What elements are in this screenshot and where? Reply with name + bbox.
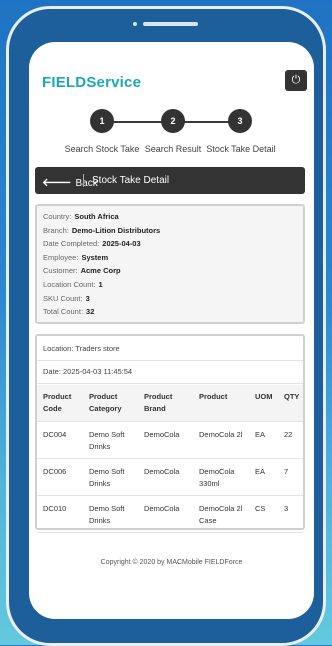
summary-total-count: Total Count: 32: [43, 307, 95, 317]
cell-product-category: Demo Soft Drinks: [89, 504, 125, 525]
summary-country: Country: South Africa: [43, 212, 119, 221]
cell-qty: 7: [284, 467, 289, 476]
summary-sku-count: SKU Count: 3: [43, 293, 90, 303]
stepper: 1 2 3 Search Stock Take Search Result St…: [29, 109, 314, 159]
step-1-circle: 1: [90, 109, 114, 133]
cell-qty: 22: [284, 430, 293, 439]
step-3-circle: 3: [228, 109, 252, 133]
brand-logo: FIELDService: [42, 74, 142, 91]
copyright-footer: Copyright © 2020 by MACMobile FIELDForce: [100, 559, 243, 566]
col-product-code: Product Code: [43, 392, 72, 413]
title-bar: 🡐 Back Stock Take Detail: [35, 167, 305, 194]
back-button[interactable]: 🡐 Back: [42, 175, 98, 189]
page-title: Stock Take Detail: [92, 175, 170, 186]
cell-product: DemoCola 2l: [199, 430, 243, 439]
location-date: Date: 2025-04-03 11:45:54: [43, 367, 133, 376]
back-arrow-icon: 🡐: [42, 177, 72, 189]
card-divider: [37, 360, 303, 361]
card-divider: [37, 383, 303, 384]
step-3-label: Stock Take Detail: [206, 144, 276, 154]
table-header: Product Code Product Category Product Br…: [37, 385, 303, 421]
cell-uom: EA: [255, 430, 266, 439]
cell-product-brand: DemoCola: [144, 467, 180, 476]
step-2-label: Search Result: [144, 144, 202, 154]
app-screen: FIELDService ⏻ 1 2 3 Search Stock Take S…: [29, 42, 314, 619]
cell-uom: CS: [255, 504, 266, 513]
row-divider: [37, 458, 303, 459]
step-2-circle: 2: [161, 109, 185, 133]
cell-product-category: Demo Soft Drinks: [89, 430, 125, 451]
summary-location-count: Location Count: 1: [43, 279, 103, 289]
row-divider: [37, 495, 303, 496]
stock-table: Product Code Product Category Product Br…: [37, 385, 303, 533]
cell-product-brand: DemoCola: [144, 504, 180, 513]
col-product-brand: Product Brand: [144, 392, 173, 413]
row-divider: [37, 421, 303, 422]
power-icon: ⏻: [291, 74, 301, 86]
cell-product: DemoCola 2l Case: [199, 504, 243, 525]
cell-product-code: DC004: [43, 430, 67, 439]
col-qty: QTY: [284, 392, 300, 401]
row-divider: [37, 532, 303, 533]
cell-qty: 3: [284, 504, 289, 513]
summary-customer: Customer: Acme Corp: [43, 266, 121, 276]
summary-date-completed: Date Completed: 2025-04-03: [43, 239, 141, 249]
cell-product-code: DC010: [43, 504, 67, 513]
speaker-bar: [143, 22, 198, 26]
phone-notch: [133, 22, 203, 27]
col-uom: UOM: [255, 392, 273, 401]
stock-take-summary: Country: South Africa Branch: Demo-Lition …: [35, 204, 305, 324]
step-1-label: Search Stock Take: [64, 144, 140, 154]
col-product: Product: [199, 392, 228, 401]
title-divider: [83, 174, 84, 187]
summary-employee: Employee: System: [43, 252, 109, 262]
cell-uom: EA: [255, 467, 266, 476]
col-product-category: Product Category: [89, 392, 122, 413]
location-name: Location: Traders store: [43, 344, 120, 353]
cell-product-code: DC006: [43, 467, 67, 476]
power-button[interactable]: ⏻: [285, 70, 307, 91]
summary-branch: Branch: Demo-Lition Distributors: [43, 225, 161, 235]
cell-product-brand: DemoCola: [144, 430, 180, 439]
cell-product-category: Demo Soft Drinks: [89, 467, 125, 488]
camera-dot: [133, 22, 137, 26]
location-card: Location: Traders store Date: 2025-04-03…: [35, 334, 305, 533]
cell-product: DemoCola 330ml: [199, 467, 235, 488]
